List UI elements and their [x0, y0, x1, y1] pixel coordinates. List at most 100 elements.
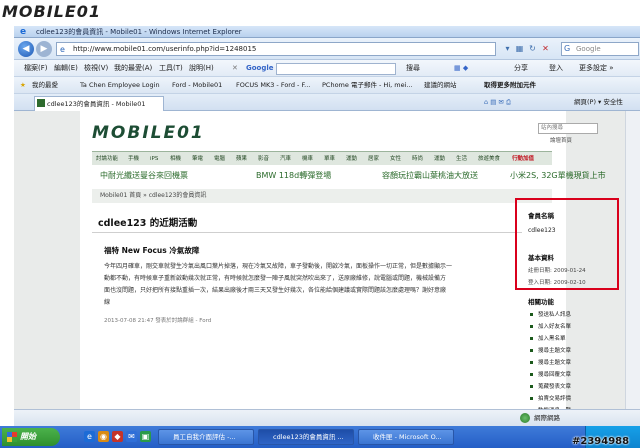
- menu-file[interactable]: 檔案(F): [24, 60, 48, 77]
- cat-item[interactable]: 討論功能: [96, 152, 118, 166]
- cat-item[interactable]: 生活: [456, 152, 467, 166]
- functions-label: 相關功能: [528, 298, 554, 306]
- address-field[interactable]: e http://www.mobile01.com/userinfo.php?i…: [56, 42, 496, 56]
- menu-favorites[interactable]: 我的最愛(A): [114, 60, 152, 77]
- fav-item[interactable]: 取得更多附加元件: [484, 77, 536, 94]
- internet-zone-icon: [520, 413, 530, 423]
- tab-label: cdlee123的會員資訊 - Mobile01: [47, 100, 146, 108]
- promo-link[interactable]: 中耐光纖送曼谷來回機票: [100, 170, 188, 181]
- menu-view[interactable]: 檢視(V): [84, 60, 108, 77]
- task-button[interactable]: 員工自我介面評估 -...: [158, 429, 254, 445]
- forward-button[interactable]: ▶: [36, 41, 52, 57]
- window-titlebar: e cdlee123的會員資訊 - Mobile01 - Windows Int…: [14, 26, 640, 38]
- site-search-input[interactable]: 站內搜尋: [538, 123, 598, 134]
- cat-item[interactable]: 相機: [170, 152, 181, 166]
- sidebar-link[interactable]: 蒐藏發表文章: [538, 382, 571, 390]
- sidebar-link[interactable]: 加入好友名單: [538, 322, 571, 330]
- vertical-scrollbar[interactable]: [625, 111, 640, 426]
- fav-item[interactable]: Ford - Mobile01: [172, 77, 222, 94]
- page-icon: e: [60, 45, 65, 54]
- breadcrumb-text[interactable]: Mobile01 首頁 » cdlee123的會員資訊: [100, 189, 206, 203]
- watermark-bar: MOBILE01: [0, 0, 640, 26]
- favorites-label[interactable]: 我的最愛: [32, 77, 58, 94]
- cat-item[interactable]: 筆電: [192, 152, 203, 166]
- toolbar-share[interactable]: 分享: [514, 60, 528, 77]
- menu-edit[interactable]: 編輯(E): [54, 60, 78, 77]
- promo-link[interactable]: BMW 118d轉彈登場: [256, 170, 331, 181]
- back-button[interactable]: ◀: [18, 41, 34, 57]
- promo-link[interactable]: 容顏玩拉霸山葉桃油大放送: [382, 170, 478, 181]
- google-toolbar-input[interactable]: [276, 63, 396, 75]
- menu-help[interactable]: 說明(H): [189, 60, 214, 77]
- status-bar: 網際網路: [14, 409, 640, 426]
- menu-tools[interactable]: 工具(T): [159, 60, 183, 77]
- search-placeholder: Google: [576, 45, 601, 53]
- cat-item[interactable]: 機車: [302, 152, 313, 166]
- menu-bar: 檔案(F) 編輯(E) 檢視(V) 我的最愛(A) 工具(T) 說明(H) ✕ …: [14, 60, 640, 77]
- ie-icon: e: [20, 27, 27, 37]
- ie-quicklaunch-icon[interactable]: e: [84, 431, 95, 442]
- home-icon[interactable]: ⌂ ▤ ✉ ⎙: [484, 94, 511, 111]
- dropdown-icon[interactable]: ▾: [502, 43, 513, 54]
- refresh-icon[interactable]: ↻: [527, 43, 538, 54]
- compat-icon[interactable]: ▦: [514, 43, 525, 54]
- start-button[interactable]: 開始: [2, 428, 60, 446]
- cat-item[interactable]: 行動加值: [512, 152, 534, 166]
- last-login-date: 登入日期: 2009-02-10: [528, 280, 586, 286]
- favicon-icon: [37, 99, 45, 107]
- search-input[interactable]: G Google: [561, 42, 639, 56]
- quicklaunch-icon[interactable]: ◆: [112, 431, 123, 442]
- stop-icon[interactable]: ✕: [540, 43, 551, 54]
- cat-item[interactable]: 單車: [324, 152, 335, 166]
- task-label: 收件匣 - Microsoft O...: [373, 433, 442, 441]
- close-toolbar-icon[interactable]: ✕: [232, 60, 238, 77]
- post-line: 今年四月確車，剛交車就發生冷氣出風口葉片掉落，現在冷氣又故障，車子發動後，開啟冷…: [104, 263, 453, 270]
- tab-active[interactable]: cdlee123的會員資訊 - Mobile01: [34, 96, 164, 111]
- task-label: 員工自我介面評估 -...: [173, 433, 236, 441]
- forum-home-link[interactable]: 論壇首頁: [550, 136, 572, 144]
- cat-item[interactable]: 女性: [390, 152, 401, 166]
- task-button-active[interactable]: cdlee123的會員資訊 ...: [258, 429, 354, 445]
- cat-item[interactable]: 運動: [346, 152, 357, 166]
- cat-item[interactable]: iPS: [150, 152, 158, 166]
- page-menu[interactable]: 網頁(P) ▾ 安全性: [574, 94, 623, 111]
- cat-item[interactable]: 蘋果: [236, 152, 247, 166]
- post-meta: 2013-07-08 21:47 發表於討論群組 - Ford: [104, 318, 212, 324]
- cat-item[interactable]: 運動: [434, 152, 445, 166]
- cat-item[interactable]: 手機: [128, 152, 139, 166]
- post-title[interactable]: 福特 New Focus 冷氣故障: [104, 245, 199, 256]
- toolbar-login[interactable]: 登入: [549, 60, 563, 77]
- quicklaunch-icon[interactable]: ▣: [140, 431, 151, 442]
- sidebar-link[interactable]: 拍賣交易評價: [538, 394, 571, 402]
- cat-item[interactable]: 旅遊美食: [478, 152, 500, 166]
- watermark-id: #2394988: [572, 436, 630, 447]
- member-name-value: cdlee123: [528, 227, 556, 234]
- site-logo[interactable]: MOBILE01: [92, 123, 205, 143]
- sidebar-link[interactable]: 發送私人訊息: [538, 310, 571, 318]
- promo-link[interactable]: 小米2S, 32G單機現貨上市: [510, 170, 606, 181]
- quicklaunch-icon[interactable]: ◉: [98, 431, 109, 442]
- task-label: cdlee123的會員資訊 ...: [273, 433, 344, 441]
- fav-item[interactable]: FOCUS MK3 - Ford - F...: [236, 77, 310, 94]
- quicklaunch-icon[interactable]: ✉: [126, 431, 137, 442]
- cat-item[interactable]: 影音: [258, 152, 269, 166]
- sidebar-link[interactable]: 搜尋主題文章: [538, 358, 571, 366]
- cat-item[interactable]: 時尚: [412, 152, 423, 166]
- windows-logo-icon: [7, 432, 17, 442]
- fav-item[interactable]: Ta Chen Employee Login: [80, 77, 160, 94]
- cat-item[interactable]: 電腦: [214, 152, 225, 166]
- toolbar-more-settings[interactable]: 更多設定 »: [579, 60, 614, 77]
- cat-item[interactable]: 居家: [368, 152, 379, 166]
- sidebar-link[interactable]: 搜尋回覆文章: [538, 370, 571, 378]
- toolbar-icons[interactable]: ▦ ◆: [454, 60, 468, 77]
- task-button[interactable]: 收件匣 - Microsoft O...: [358, 429, 454, 445]
- page-title: cdlee123 的近期活動: [98, 218, 198, 229]
- sidebar-link[interactable]: 搜尋主題文章: [538, 346, 571, 354]
- toolbar-search[interactable]: 搜尋: [406, 60, 420, 77]
- tab-bar: cdlee123的會員資訊 - Mobile01 ⌂ ▤ ✉ ⎙ 網頁(P) ▾…: [14, 94, 640, 111]
- sidebar-link[interactable]: 加入黑名單: [538, 334, 566, 342]
- cat-item[interactable]: 汽車: [280, 152, 291, 166]
- fav-item[interactable]: PChome 電子郵件 - Hi, mei...: [322, 77, 413, 94]
- fav-item[interactable]: 建議的網站: [424, 77, 457, 94]
- google-icon: G: [564, 44, 571, 53]
